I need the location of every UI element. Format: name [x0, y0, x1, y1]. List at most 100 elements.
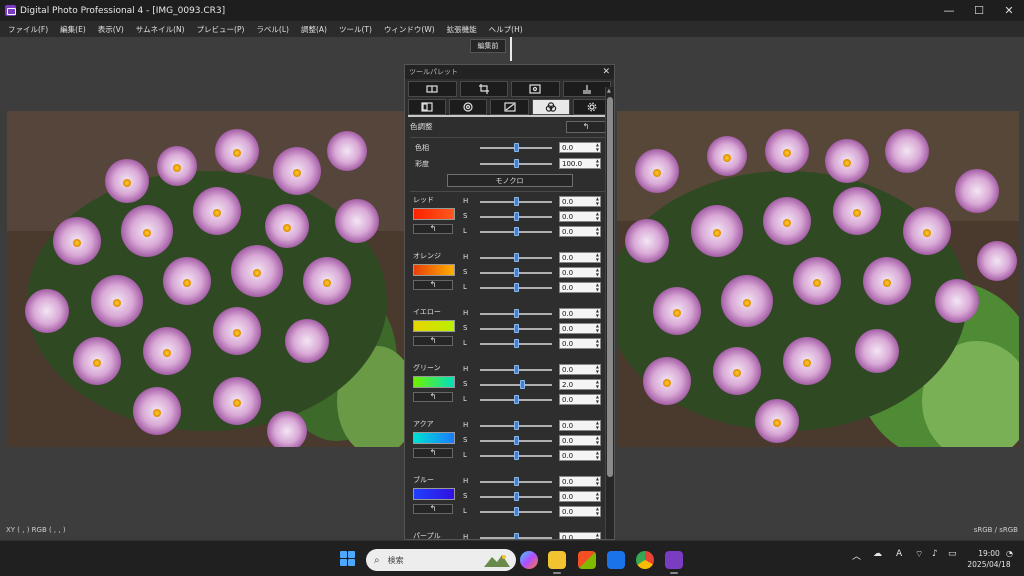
menu-view[interactable]: 表示(V) — [98, 24, 124, 35]
hsl-value-input[interactable]: 0.0 ▲ ▼ — [559, 435, 601, 446]
hsl-slider-track[interactable] — [480, 451, 552, 460]
crop-tab[interactable] — [459, 81, 508, 97]
wifi-icon[interactable]: ⌔ — [915, 549, 923, 560]
saturation-input[interactable]: 100.0 ▲ ▼ — [559, 158, 601, 169]
hsl-slider-track[interactable] — [480, 380, 552, 389]
cloud-icon[interactable]: ☁ — [873, 549, 882, 559]
hsl-value-input[interactable]: 0.0 ▲ ▼ — [559, 476, 601, 487]
hsl-value-input[interactable]: 0.0 ▲ ▼ — [559, 394, 601, 405]
dpp-taskbar-icon[interactable] — [665, 551, 683, 574]
lens-correction-tab[interactable] — [408, 81, 457, 97]
hsl-spin-arrows[interactable]: ▲ ▼ — [596, 197, 599, 206]
saturation-slider-thumb[interactable] — [514, 159, 519, 168]
menu-label[interactable]: ラベル(L) — [256, 24, 289, 35]
hsl-value-input[interactable]: 0.0 ▲ ▼ — [559, 308, 601, 319]
dust-delete-tab[interactable] — [511, 81, 560, 97]
hsl-slider-thumb[interactable] — [514, 309, 519, 318]
hue-slider-thumb[interactable] — [514, 143, 519, 152]
hsl-slider-thumb[interactable] — [514, 283, 519, 292]
menu-window[interactable]: ウィンドウ(W) — [384, 24, 435, 35]
hsl-spin-arrows[interactable]: ▲ ▼ — [596, 339, 599, 348]
menu-help[interactable]: ヘルプ(H) — [489, 24, 523, 35]
volume-icon[interactable]: ♪ — [932, 549, 938, 559]
basic-adjust-tab[interactable] — [408, 99, 447, 115]
menu-edit[interactable]: 編集(E) — [60, 24, 86, 35]
hsl-slider-thumb[interactable] — [514, 365, 519, 374]
hsl-slider-track[interactable] — [480, 227, 552, 236]
ime-indicator[interactable]: A — [896, 549, 902, 559]
hsl-value-input[interactable]: 0.0 ▲ ▼ — [559, 267, 601, 278]
palette-scroll-thumb[interactable] — [607, 97, 613, 477]
hsl-spin-arrows[interactable]: ▲ ▼ — [596, 324, 599, 333]
menu-adjust[interactable]: 調整(A) — [301, 24, 327, 35]
hsl-slider-track[interactable] — [480, 533, 552, 539]
hsl-slider-thumb[interactable] — [519, 380, 525, 389]
tone-curve-tab[interactable] — [490, 99, 529, 115]
hsl-slider-track[interactable] — [480, 477, 552, 486]
maximize-button[interactable]: ☐ — [964, 0, 994, 21]
hsl-value-input[interactable]: 0.0 ▲ ▼ — [559, 196, 601, 207]
hsl-spin-arrows[interactable]: ▲ ▼ — [596, 253, 599, 262]
hsl-slider-track[interactable] — [480, 421, 552, 430]
copilot-icon[interactable] — [520, 551, 538, 569]
menu-extensions[interactable]: 拡張機能 — [447, 24, 477, 35]
hsl-slider-thumb[interactable] — [514, 324, 519, 333]
hsl-slider-track[interactable] — [480, 197, 552, 206]
notification-bell-icon[interactable]: ◔ — [1006, 549, 1013, 558]
taskbar-search-box[interactable]: ⌕ 検索 — [366, 549, 516, 571]
color-adjust-tab[interactable] — [531, 99, 570, 115]
menu-thumbnail[interactable]: サムネイル(N) — [136, 24, 185, 35]
saturation-slider-track[interactable] — [480, 159, 552, 168]
hsl-slider-thumb[interactable] — [514, 507, 519, 516]
hsl-slider-track[interactable] — [480, 395, 552, 404]
hsl-value-input[interactable]: 2.0 ▲ ▼ — [559, 379, 601, 390]
hsl-slider-thumb[interactable] — [514, 339, 519, 348]
close-button[interactable]: ✕ — [994, 0, 1024, 21]
hsl-value-input[interactable]: 0.0 ▲ ▼ — [559, 211, 601, 222]
hsl-value-input[interactable]: 0.0 ▲ ▼ — [559, 282, 601, 293]
hsl-value-input[interactable]: 0.0 ▲ ▼ — [559, 532, 601, 539]
monochrome-button[interactable]: モノクロ — [446, 174, 573, 187]
store-icon[interactable] — [578, 551, 596, 569]
hsl-value-input[interactable]: 0.0 ▲ ▼ — [559, 226, 601, 237]
color-adjust-reset-button[interactable]: ↰ — [566, 120, 606, 133]
hsl-value-input[interactable]: 0.0 ▲ ▼ — [559, 364, 601, 375]
hsl-slider-thumb[interactable] — [514, 253, 519, 262]
hsl-slider-track[interactable] — [480, 212, 552, 221]
hsl-slider-track[interactable] — [480, 436, 552, 445]
scroll-up-icon[interactable]: ▲ — [607, 88, 611, 94]
hsl-slider-track[interactable] — [480, 268, 552, 277]
hsl-spin-arrows[interactable]: ▲ ▼ — [596, 477, 599, 486]
minimize-button[interactable]: — — [934, 0, 964, 21]
hsl-value-input[interactable]: 0.0 ▲ ▼ — [559, 252, 601, 263]
hsl-slider-thumb[interactable] — [514, 395, 519, 404]
hsl-spin-arrows[interactable]: ▲ ▼ — [596, 283, 599, 292]
battery-icon[interactable]: ▭ — [948, 549, 957, 559]
hsl-slider-thumb[interactable] — [514, 436, 519, 445]
mail-icon[interactable] — [607, 551, 625, 569]
hsl-spin-arrows[interactable]: ▲ ▼ — [596, 507, 599, 516]
start-button[interactable] — [340, 551, 356, 567]
hsl-value-input[interactable]: 0.0 ▲ ▼ — [559, 323, 601, 334]
hue-input[interactable]: 0.0 ▲ ▼ — [559, 142, 601, 153]
hsl-spin-arrows[interactable]: ▲ ▼ — [596, 492, 599, 501]
palette-scrollbar[interactable]: ▲ — [605, 87, 614, 539]
hue-spin-arrows[interactable]: ▲ ▼ — [596, 143, 599, 152]
hsl-spin-arrows[interactable]: ▲ ▼ — [596, 212, 599, 221]
hsl-spin-arrows[interactable]: ▲ ▼ — [596, 451, 599, 460]
hsl-spin-arrows[interactable]: ▲ ▼ — [596, 268, 599, 277]
hsl-slider-track[interactable] — [480, 309, 552, 318]
palette-header[interactable]: ツールパレット ✕ — [405, 65, 614, 79]
hsl-slider-track[interactable] — [480, 283, 552, 292]
menu-tools[interactable]: ツール(T) — [339, 24, 372, 35]
hsl-slider-track[interactable] — [480, 507, 552, 516]
chevron-up-icon[interactable]: ︿ — [852, 549, 861, 562]
hsl-value-input[interactable]: 0.0 ▲ ▼ — [559, 420, 601, 431]
hsl-slider-track[interactable] — [480, 339, 552, 348]
hsl-slider-track[interactable] — [480, 492, 552, 501]
chrome-icon[interactable] — [636, 551, 654, 569]
hsl-spin-arrows[interactable]: ▲ ▼ — [596, 380, 599, 389]
hsl-spin-arrows[interactable]: ▲ ▼ — [596, 395, 599, 404]
hsl-value-input[interactable]: 0.0 ▲ ▼ — [559, 506, 601, 517]
hsl-slider-track[interactable] — [480, 365, 552, 374]
